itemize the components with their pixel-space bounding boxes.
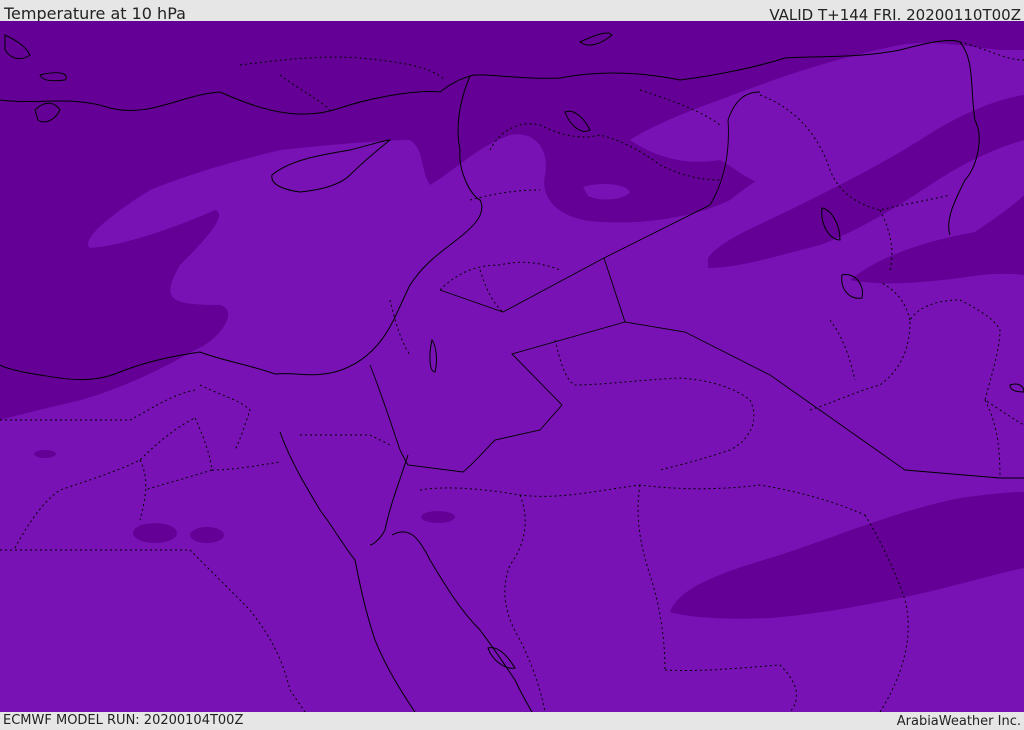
credit-label: ArabiaWeather Inc. (896, 714, 1021, 729)
temperature-blob-4 (34, 450, 56, 458)
temperature-blob-3 (421, 511, 455, 523)
temperature-blob-2 (190, 527, 224, 543)
temperature-blob-1 (133, 523, 177, 543)
map-footer: ECMWF MODEL RUN: 20200104T00Z ArabiaWeat… (0, 712, 1024, 729)
map-header: Temperature at 10 hPa VALID T+144 FRI. 2… (0, 0, 1024, 24)
model-run-label: ECMWF MODEL RUN: 20200104T00Z (3, 713, 244, 728)
weather-map[interactable] (0, 21, 1024, 712)
